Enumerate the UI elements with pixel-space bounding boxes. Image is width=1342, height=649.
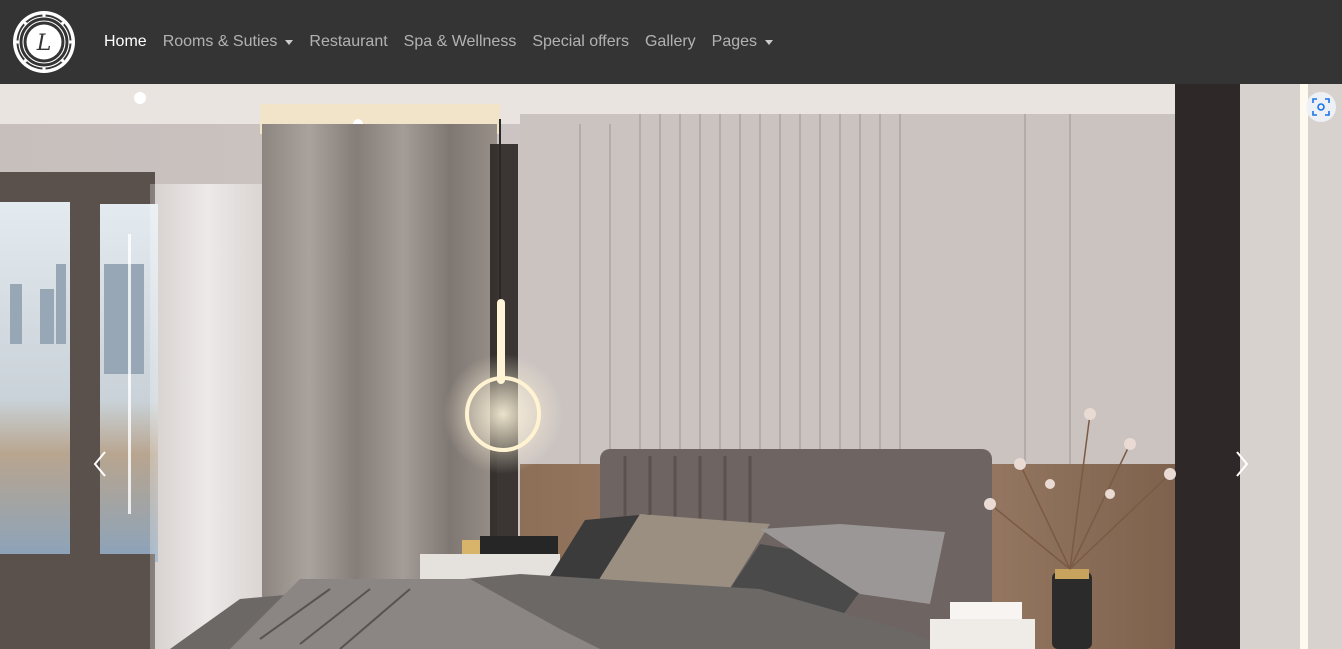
nav-item: Home [96,25,155,59]
nav-link-restaurant[interactable]: Restaurant [301,25,395,59]
nav-link-label: Gallery [644,33,696,50]
visual-search-icon [1312,98,1330,116]
nav-link-label: Spa & Wellness [403,33,517,50]
nav-item: Restaurant [301,25,395,59]
main-menu: Home Rooms & Suties Restaurant Spa & Wellne… [96,25,781,59]
visual-search-button[interactable] [1306,92,1336,122]
nav-item: Rooms & Suties [155,25,302,59]
nav-link-gallery[interactable]: Gallery [637,25,704,59]
nav-link-home[interactable]: Home [96,25,155,59]
carousel-next-button[interactable] [1222,439,1262,489]
hero-carousel [0,84,1342,649]
brand-logo-icon[interactable]: L [12,10,76,74]
nav-link-label: Restaurant [309,33,388,50]
chevron-right-icon [1236,451,1249,477]
nav-link-label: Pages [711,33,758,50]
caret-down-icon [765,39,774,45]
hero-bedroom-photo [0,84,1342,649]
nav-link-label: Rooms & Suties [162,33,278,50]
logo-letter: L [36,31,52,56]
nav-item: Special offers [524,25,637,59]
carousel-prev-button[interactable] [80,439,120,489]
nav-link-label: Special offers [532,33,629,50]
nav-link-rooms-suties[interactable]: Rooms & Suties [155,25,302,59]
nav-item: Pages [704,25,781,59]
nav-link-label: Home [104,33,147,50]
nav-item: Gallery [637,25,704,59]
nav-link-spa-wellness[interactable]: Spa & Wellness [396,25,525,59]
nav-link-special-offers[interactable]: Special offers [524,25,637,59]
caret-down-icon [285,39,294,45]
nav-link-pages[interactable]: Pages [704,25,781,59]
chevron-left-icon [93,451,106,477]
navbar: L Home Rooms & Suties Restaurant Spa & Well… [0,0,1342,84]
nav-item: Spa & Wellness [396,25,525,59]
